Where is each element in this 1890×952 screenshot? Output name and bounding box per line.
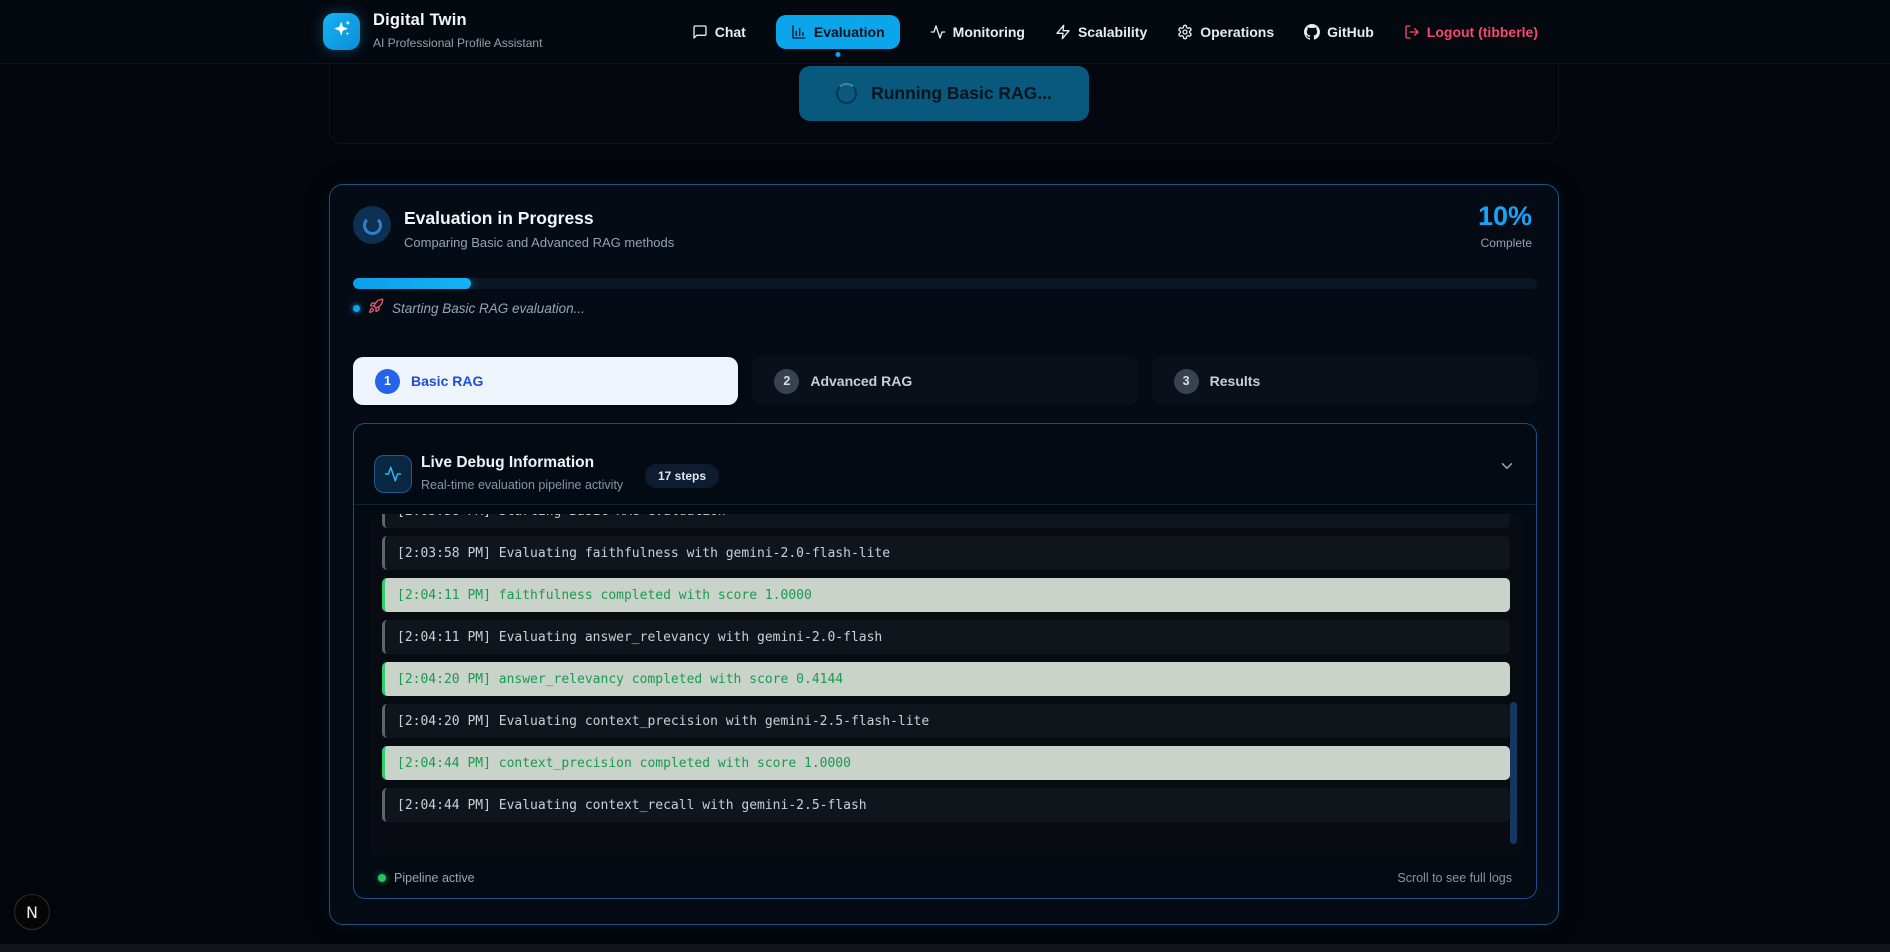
log-scroll-area[interactable]: [2:03:58 PM] Starting Basic RAG evaluati… — [370, 514, 1522, 858]
nav-label: GitHub — [1327, 24, 1374, 40]
nav-label: Operations — [1200, 24, 1274, 40]
stage-tabs: 1 Basic RAG 2 Advanced RAG 3 Results — [353, 357, 1537, 405]
bottom-strip — [0, 944, 1890, 952]
nav-item-monitoring[interactable]: Monitoring — [930, 24, 1025, 40]
nav-item-evaluation[interactable]: Evaluation — [776, 15, 900, 49]
log-row: [2:04:44 PM] Evaluating context_recall w… — [382, 788, 1510, 822]
github-icon — [1304, 24, 1320, 40]
progress-percent-caption: Complete — [1481, 236, 1532, 250]
card-subtitle: Comparing Basic and Advanced RAG methods — [404, 235, 674, 250]
nextjs-n-icon: N — [26, 903, 38, 922]
tab-label: Advanced RAG — [810, 373, 912, 389]
status-dot — [353, 305, 360, 312]
log-row: [2:04:44 PM] context_precision completed… — [382, 746, 1510, 780]
active-nav-indicator-dot — [835, 52, 840, 57]
nav-item-scalability[interactable]: Scalability — [1055, 24, 1147, 40]
progress-percent: 10% — [1478, 201, 1532, 232]
tab-number-badge: 1 — [375, 369, 400, 394]
log-row: [2:04:20 PM] answer_relevancy completed … — [382, 662, 1510, 696]
zap-icon — [1055, 24, 1071, 40]
log-row: [2:03:58 PM] Starting Basic RAG evaluati… — [382, 514, 1510, 528]
scroll-hint-label: Scroll to see full logs — [1397, 871, 1512, 885]
nav-item-chat[interactable]: Chat — [692, 24, 746, 40]
log-row: [2:04:11 PM] faithfulness completed with… — [382, 578, 1510, 612]
nav-label: Evaluation — [814, 24, 885, 40]
app-subtitle: AI Professional Profile Assistant — [373, 36, 542, 50]
tab-label: Results — [1210, 373, 1261, 389]
steps-count-badge: 17 steps — [645, 464, 719, 488]
progress-bar — [353, 278, 1537, 289]
sparkles-icon — [332, 19, 352, 44]
debug-panel-footer: Pipeline active Scroll to see full logs — [378, 868, 1512, 888]
progress-bar-fill — [353, 278, 471, 289]
nav-label: Monitoring — [953, 24, 1025, 40]
tab-basic-rag[interactable]: 1 Basic RAG — [353, 357, 738, 405]
activity-icon — [930, 24, 946, 40]
nav-label: Chat — [715, 24, 746, 40]
card-title: Evaluation in Progress — [404, 208, 594, 229]
live-debug-panel: Live Debug Information Real-time evaluat… — [353, 423, 1537, 899]
pipeline-status: Pipeline active — [378, 871, 475, 885]
run-button-label: Running Basic RAG... — [871, 83, 1052, 104]
loader-icon — [353, 206, 391, 244]
logout-icon — [1404, 24, 1420, 40]
app-title: Digital Twin — [373, 11, 467, 30]
status-row: Starting Basic RAG evaluation... — [353, 297, 585, 319]
pulse-icon — [374, 455, 412, 493]
app-logo[interactable] — [323, 13, 360, 50]
log-row: [2:04:20 PM] Evaluating context_precisio… — [382, 704, 1510, 738]
app-header: Digital Twin AI Professional Profile Ass… — [0, 0, 1890, 64]
scrollbar-thumb[interactable] — [1510, 702, 1517, 844]
running-basic-rag-button[interactable]: Running Basic RAG... — [799, 66, 1089, 121]
spinner-icon — [836, 83, 857, 104]
debug-panel-subtitle: Real-time evaluation pipeline activity — [421, 478, 623, 492]
chevron-down-icon[interactable] — [1498, 457, 1516, 480]
status-text: Starting Basic RAG evaluation... — [392, 301, 585, 316]
nav-label: Scalability — [1078, 24, 1147, 40]
evaluation-progress-card: Evaluation in Progress Comparing Basic a… — [329, 184, 1559, 925]
gear-icon — [1177, 24, 1193, 40]
tab-label: Basic RAG — [411, 373, 483, 389]
evaluation-runner-card: Running Basic RAG... — [329, 54, 1559, 144]
divider — [354, 504, 1536, 505]
nav-item-operations[interactable]: Operations — [1177, 24, 1274, 40]
bar-chart-icon — [791, 24, 807, 40]
rocket-icon — [368, 298, 384, 319]
pipeline-active-dot — [378, 874, 386, 882]
pipeline-status-label: Pipeline active — [394, 871, 475, 885]
log-row: [2:04:11 PM] Evaluating answer_relevancy… — [382, 620, 1510, 654]
main-nav: Chat Evaluation Monitoring Scalability — [692, 0, 1538, 64]
debug-panel-title: Live Debug Information — [421, 454, 594, 472]
tab-number-badge: 2 — [774, 369, 799, 394]
logout-button[interactable]: Logout (tibberle) — [1404, 24, 1538, 40]
nextjs-dev-badge[interactable]: N — [14, 894, 50, 930]
tab-advanced-rag[interactable]: 2 Advanced RAG — [752, 357, 1137, 405]
chat-icon — [692, 24, 708, 40]
nav-item-github[interactable]: GitHub — [1304, 24, 1374, 40]
logout-label: Logout (tibberle) — [1427, 24, 1538, 40]
log-list: [2:03:58 PM] Starting Basic RAG evaluati… — [370, 514, 1522, 822]
tab-results[interactable]: 3 Results — [1152, 357, 1537, 405]
tab-number-badge: 3 — [1174, 369, 1199, 394]
log-row: [2:03:58 PM] Evaluating faithfulness wit… — [382, 536, 1510, 570]
